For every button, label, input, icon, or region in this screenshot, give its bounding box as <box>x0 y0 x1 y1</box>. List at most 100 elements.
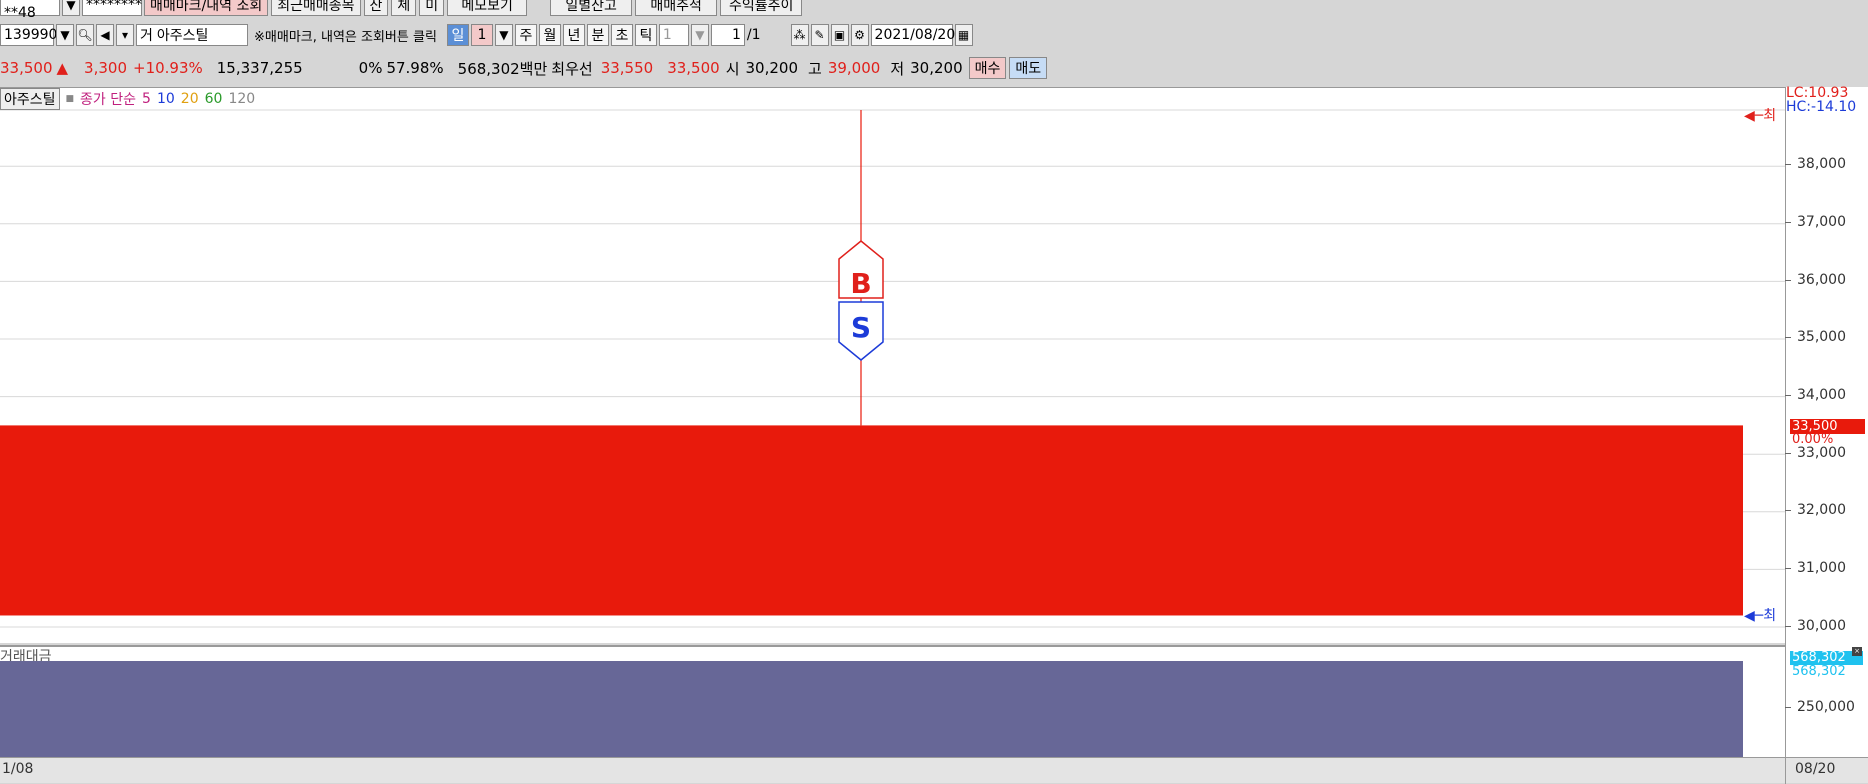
left-arrow-icon: ◀─ <box>1744 608 1764 624</box>
quote-bar: 33,500 ▲ 3,300 +10.93% 15,337,255 0% 57.… <box>0 56 1868 80</box>
chevron-down-icon[interactable]: ▾ <box>116 24 134 46</box>
search-icon[interactable]: 🔍︎ <box>76 24 94 46</box>
password-field[interactable]: ******** <box>82 0 142 16</box>
page-input[interactable]: 1 <box>710 24 745 46</box>
period-day[interactable]: 일 <box>446 24 469 46</box>
stock-name-field[interactable]: 거 아주스틸 <box>136 24 248 46</box>
axis-tick: 35,000 <box>1785 329 1868 345</box>
mark-view-button[interactable]: 매매마크/내역 조회 <box>144 0 269 16</box>
trade-tracking-button[interactable]: 매매추적 <box>635 0 718 16</box>
volume-axis-tick: 250,000 <box>1785 699 1868 715</box>
legend-ma10: 10 <box>156 91 175 107</box>
period-second[interactable]: 초 <box>610 24 633 46</box>
sell-button[interactable]: 매도 <box>1009 57 1048 79</box>
current-price: 33,500 <box>0 59 53 77</box>
axis-tick: 36,000 <box>1785 272 1868 288</box>
unfilled-button[interactable]: 미 <box>419 0 445 16</box>
trade-amount: 568,302백만 <box>457 59 548 78</box>
high-price: 39,000 <box>827 59 881 77</box>
axis-tick: 30,000 <box>1785 618 1868 634</box>
speaker-icon[interactable]: ◀ <box>96 24 114 46</box>
legend-stock[interactable]: 아주스틸 <box>0 88 60 110</box>
buy-mark-label: B <box>850 267 871 300</box>
date-input[interactable]: 2021/08/20 <box>870 24 955 46</box>
axis-tick: 34,000 <box>1785 387 1868 403</box>
legend-ma120: 120 <box>228 91 256 107</box>
hc-label: HC:-14.10 <box>1786 99 1857 115</box>
chart-legend: 아주스틸 ■ 종가 단순 5 10 20 60 120 <box>0 88 255 110</box>
current-pct-tag: 0.00% <box>1792 432 1834 447</box>
open-label: 시 <box>725 59 740 78</box>
period-minute[interactable]: 분 <box>586 24 609 46</box>
date-left: 1/08 <box>2 761 34 777</box>
date-right: 08/20 <box>1795 761 1836 777</box>
low-marker: ◀─최 <box>1744 605 1776 625</box>
stock-toolbar: 139990 ▼ 🔍︎ ◀ ▾ 거 아주스틸 ※매매마크, 내역은 조회버튼 클… <box>0 22 1868 48</box>
best-label: 최우선 <box>551 59 593 78</box>
stock-code-input[interactable]: 139990 <box>0 24 57 46</box>
close-icon[interactable]: × <box>1852 647 1862 656</box>
legend-ma5: 5 <box>142 91 151 107</box>
stock-name: 아주스틸 <box>156 28 209 44</box>
tick-value-input[interactable]: 1 <box>658 24 689 46</box>
balance-button[interactable]: 잔 <box>363 0 389 16</box>
high-marker: ◀─최 <box>1744 105 1776 125</box>
compare-icon[interactable]: ⁂ <box>790 24 809 46</box>
recent-trades-button[interactable]: 최근매매종목 <box>271 0 361 16</box>
sell-mark-label: S <box>851 311 871 344</box>
volume: 15,337,255 <box>216 59 303 77</box>
period-week[interactable]: 주 <box>514 24 537 46</box>
ratio1: 0% <box>358 59 383 77</box>
price-axis[interactable]: LC:10.93 HC:-14.10 38,000 37,000 36,000 … <box>1785 86 1868 757</box>
volume-sub-tag: 568,302 <box>1792 664 1846 679</box>
legend-ma60: 60 <box>204 91 223 107</box>
page-total: /1 <box>746 27 761 43</box>
volume-chart[interactable]: 거래대금 <box>0 645 1785 757</box>
volume-bar <box>0 661 1743 757</box>
high-marker-label: 최 <box>1763 108 1777 124</box>
hint-text: ※매매마크, 내역은 조회버튼 클릭 <box>254 29 437 45</box>
calendar-icon[interactable]: ▦ <box>954 24 973 46</box>
buy-button[interactable]: 매수 <box>968 57 1007 79</box>
chevron-down-icon[interactable]: ▼ <box>62 0 80 16</box>
period-count[interactable]: 1 <box>470 24 493 46</box>
legend-close-simple: 종가 단순 <box>80 92 137 108</box>
chevron-down-icon[interactable]: ▼ <box>56 24 74 46</box>
legend-square-icon: ■ <box>65 94 75 104</box>
axis-tick: 37,000 <box>1785 214 1868 230</box>
period-year[interactable]: 년 <box>562 24 585 46</box>
chevron-down-icon[interactable]: ▼ <box>494 24 513 46</box>
axis-tick: 33,000 <box>1785 445 1868 461</box>
best-bid: 33,500 <box>667 59 720 77</box>
account-select[interactable]: ***-**48 <box>0 0 60 21</box>
save-icon[interactable]: ▣ <box>830 24 849 46</box>
period-month[interactable]: 월 <box>538 24 561 46</box>
gear-icon[interactable]: ⚙ <box>850 24 869 46</box>
memo-button[interactable]: 메모보기 <box>447 0 528 16</box>
price-chart-canvas: BS <box>0 109 1785 628</box>
ratio2: 57.98% <box>386 59 444 77</box>
draw-icon[interactable]: ✎ <box>810 24 829 46</box>
candle-body <box>0 425 1743 616</box>
legend-ma20: 20 <box>180 91 199 107</box>
low-marker-label: 최 <box>1763 608 1777 624</box>
left-arrow-icon: ◀─ <box>1744 108 1764 124</box>
profit-trend-button[interactable]: 수익률추이 <box>720 0 803 16</box>
up-arrow-icon: ▲ <box>56 59 69 77</box>
axis-tick: 32,000 <box>1785 502 1868 518</box>
low-label: 저 <box>890 59 905 78</box>
daily-balance-button[interactable]: 일별잔고 <box>550 0 633 16</box>
low-price: 30,200 <box>910 59 963 77</box>
best-ask: 33,550 <box>600 59 654 77</box>
market-label: 거 <box>140 28 153 44</box>
date-axis[interactable]: 1/08 08/20 <box>0 757 1868 784</box>
high-label: 고 <box>808 59 822 78</box>
period-tick[interactable]: 틱 <box>634 24 657 46</box>
executed-button[interactable]: 체 <box>391 0 417 16</box>
axis-tick: 31,000 <box>1785 560 1868 576</box>
chevron-down-icon[interactable]: ▼ <box>690 24 709 46</box>
price-change: 3,300 <box>84 59 127 77</box>
axis-tick: 38,000 <box>1785 156 1868 172</box>
price-change-pct: +10.93% <box>133 59 203 77</box>
price-chart[interactable]: BS <box>0 87 1785 643</box>
